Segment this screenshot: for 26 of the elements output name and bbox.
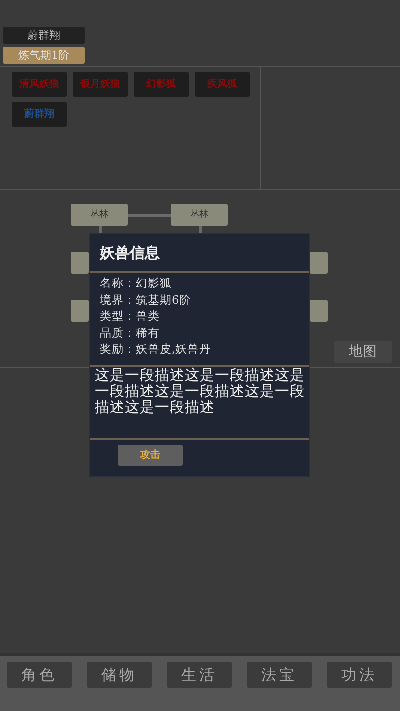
info-line: 品质：稀有 [100,324,161,341]
info-line: 类型：兽类 [100,308,161,324]
nav-tab[interactable]: 角色 [7,662,72,688]
map-node[interactable]: 丛林 [171,204,228,226]
map-node[interactable]: 丛林 [71,204,128,226]
map-path [199,226,202,233]
map-node[interactable] [310,252,328,274]
monster-button[interactable]: 蔚群翔 [12,102,67,127]
attack-button[interactable]: 攻击 [118,445,183,466]
description-text: 这是一段描述这是一段描述这是一段描述这是一段描述这是一段描述这是一段描述 [94,367,306,418]
realm-badge: 炼气期1阶 [3,47,85,64]
info-line: 奖励：妖兽皮,妖兽丹 [100,341,213,358]
nav-tab[interactable]: 生活 [167,662,232,688]
info-line: 名称：幻影狐 [100,275,173,292]
dialog-title: 妖兽信息 [98,243,161,264]
map-path [99,226,102,233]
nav-tab[interactable]: 功法 [327,662,392,688]
player-name-button[interactable]: 蔚群翔 [3,27,85,44]
nav-tab[interactable]: 储物 [87,662,152,688]
info-line: 境界：筑基期6阶 [100,292,192,308]
map-node[interactable] [71,252,89,274]
map-button[interactable]: 地图 [334,341,392,363]
map-node[interactable] [310,300,328,322]
map-path [128,214,171,217]
map-node[interactable] [71,300,89,322]
nav-tab[interactable]: 法宝 [247,662,312,688]
